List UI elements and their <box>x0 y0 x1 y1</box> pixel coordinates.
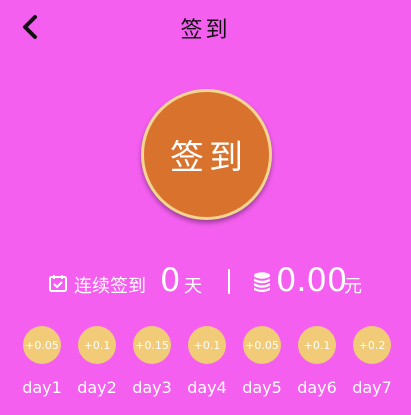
top-bar: 签到 <box>0 0 411 52</box>
day-item: +0.1 day6 <box>297 326 337 397</box>
reward-coin: +0.1 <box>78 326 116 364</box>
streak-days-value: 0 <box>160 261 181 299</box>
sign-in-button[interactable]: 签到 <box>141 89 272 220</box>
reward-coin: +0.05 <box>243 326 281 364</box>
day-label: day7 <box>352 378 392 397</box>
reward-coin: +0.1 <box>188 326 226 364</box>
coins-stack-icon <box>254 272 270 292</box>
day-item: +0.1 day4 <box>187 326 227 397</box>
balance-value: 0.00 <box>276 261 348 299</box>
streak-label: 连续签到 <box>74 276 146 297</box>
streak-days-unit: 天 <box>184 276 202 297</box>
day-item: +0.1 day2 <box>77 326 117 397</box>
reward-coin: +0.1 <box>298 326 336 364</box>
daily-rewards: +0.05 day1 +0.1 day2 +0.15 day3 +0.1 day… <box>0 326 411 406</box>
reward-coin: +0.2 <box>353 326 391 364</box>
balance-unit: 元 <box>344 276 362 297</box>
reward-coin: +0.15 <box>133 326 171 364</box>
day-item: +0.15 day3 <box>132 326 172 397</box>
stats-divider <box>228 269 230 294</box>
page-title: 签到 <box>180 18 231 43</box>
calendar-check-icon <box>49 275 67 292</box>
reward-coin: +0.05 <box>23 326 61 364</box>
sign-in-button-label: 签到 <box>170 138 248 178</box>
day-item: +0.05 day5 <box>242 326 282 397</box>
day-item: +0.05 day1 <box>22 326 62 397</box>
day-item: +0.2 day7 <box>352 326 392 397</box>
stats-row: 连续签到 0 天 0.00 元 <box>0 261 411 302</box>
